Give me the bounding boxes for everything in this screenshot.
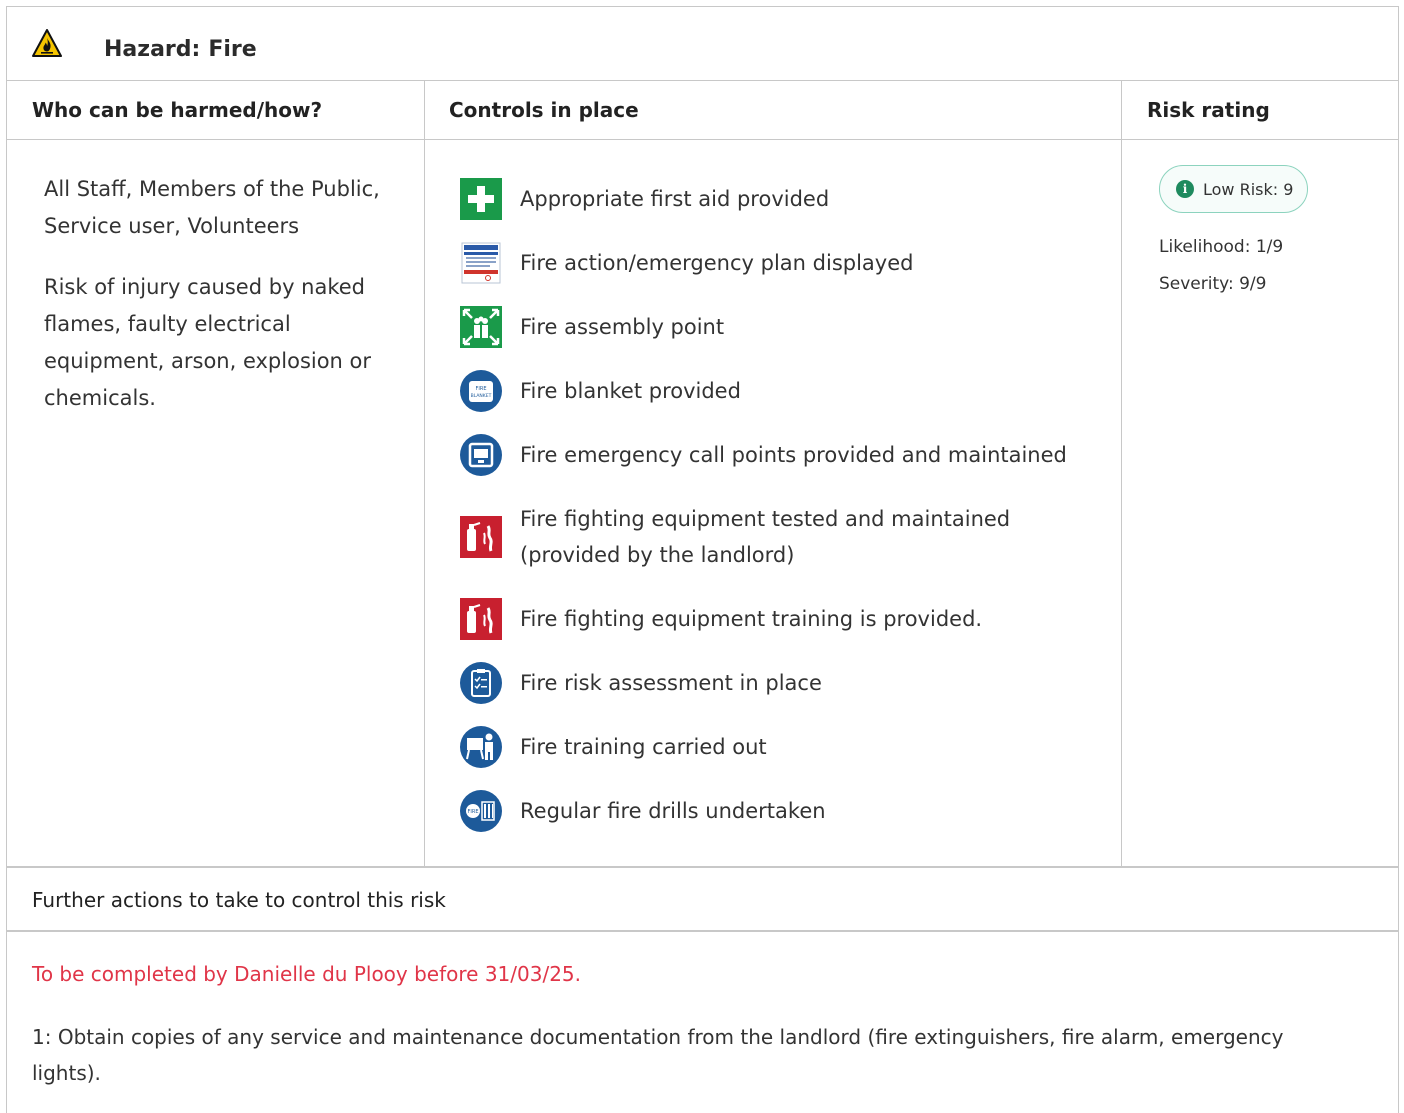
fire-extinguisher-icon (460, 516, 502, 558)
harm-description: Risk of injury caused by naked flames, f… (44, 275, 372, 410)
control-label: Appropriate first aid provided (520, 187, 830, 211)
hazard-name: Fire (208, 37, 257, 62)
controls-list: Appropriate first aid provided Fire acti… (460, 167, 1120, 843)
due-notice: To be completed by Danielle du Plooy bef… (32, 962, 582, 986)
call-point-icon (460, 434, 502, 476)
control-item: Fire fighting equipment tested and maint… (460, 487, 1120, 587)
control-label: Fire risk assessment in place (520, 671, 822, 695)
fire-extinguisher-icon (460, 598, 502, 640)
column-header-controls: Controls in place (449, 98, 639, 122)
who-cell: All Staff, Members of the Public, Servic… (44, 171, 394, 441)
control-label: Fire fighting equipment training is prov… (520, 607, 983, 631)
fire-blanket-icon: FIRE BLANKET (460, 370, 502, 412)
control-item: FIRE BLANKET Fire blanket provided (460, 359, 1120, 423)
control-item: FIRE Regular fire drills undertaken (460, 779, 1120, 843)
svg-text:FIRE: FIRE (476, 386, 487, 392)
assembly-point-icon (460, 306, 502, 348)
control-item: Fire emergency call points provided and … (460, 423, 1120, 487)
info-icon: i (1176, 180, 1194, 198)
control-label: Fire fighting equipment tested and maint… (520, 507, 1011, 567)
further-actions-header: Further actions to take to control this … (7, 866, 1398, 932)
people-at-risk: All Staff, Members of the Public, Servic… (44, 177, 380, 238)
table-header-row: Who can be harmed/how? Controls in place… (7, 81, 1398, 140)
column-header-risk: Risk rating (1147, 98, 1270, 122)
control-item: Fire risk assessment in place (460, 651, 1120, 715)
hazard-header: Hazard: Fire (7, 7, 1398, 81)
control-item: Fire assembly point (460, 295, 1120, 359)
likelihood-value: Likelihood: 1/9 (1159, 237, 1284, 257)
control-label: Fire training carried out (520, 735, 767, 759)
control-label: Fire blanket provided (520, 379, 741, 403)
severity-value: Severity: 9/9 (1159, 274, 1267, 294)
hazard-title: Hazard: Fire (104, 37, 265, 62)
control-item: Appropriate first aid provided (460, 167, 1120, 231)
control-item: Fire fighting equipment training is prov… (460, 587, 1120, 651)
risk-rating-badge[interactable]: i Low Risk: 9 (1159, 165, 1309, 213)
column-header-who: Who can be harmed/how? (32, 98, 323, 122)
fire-drill-icon: FIRE (460, 790, 502, 832)
control-label: Regular fire drills undertaken (520, 799, 826, 823)
hazard-card: Hazard: Fire Who can be harmed/how? Contr… (6, 6, 1399, 1113)
control-item: Fire training carried out (460, 715, 1120, 779)
column-divider (1121, 81, 1122, 867)
svg-text:FIRE: FIRE (468, 809, 479, 815)
column-divider (424, 81, 425, 867)
training-presentation-icon (460, 726, 502, 768)
risk-badge-label: Low Risk: 9 (1203, 179, 1294, 199)
svg-text:BLANKET: BLANKET (471, 393, 492, 399)
further-action-item: 1: Obtain copies of any service and main… (32, 1025, 1284, 1085)
control-label: Fire action/emergency plan displayed (520, 251, 914, 275)
control-label: Fire emergency call points provided and … (520, 443, 1067, 467)
fire-action-notice-icon (461, 242, 501, 284)
control-label: Fire assembly point (520, 315, 725, 339)
hazard-label: Hazard: (104, 37, 201, 62)
control-item: Fire action/emergency plan displayed (460, 231, 1120, 295)
first-aid-icon (460, 178, 502, 220)
further-actions-heading: Further actions to take to control this … (32, 888, 446, 912)
fire-hazard-warning-icon (32, 29, 62, 57)
risk-assessment-clipboard-icon (460, 662, 502, 704)
